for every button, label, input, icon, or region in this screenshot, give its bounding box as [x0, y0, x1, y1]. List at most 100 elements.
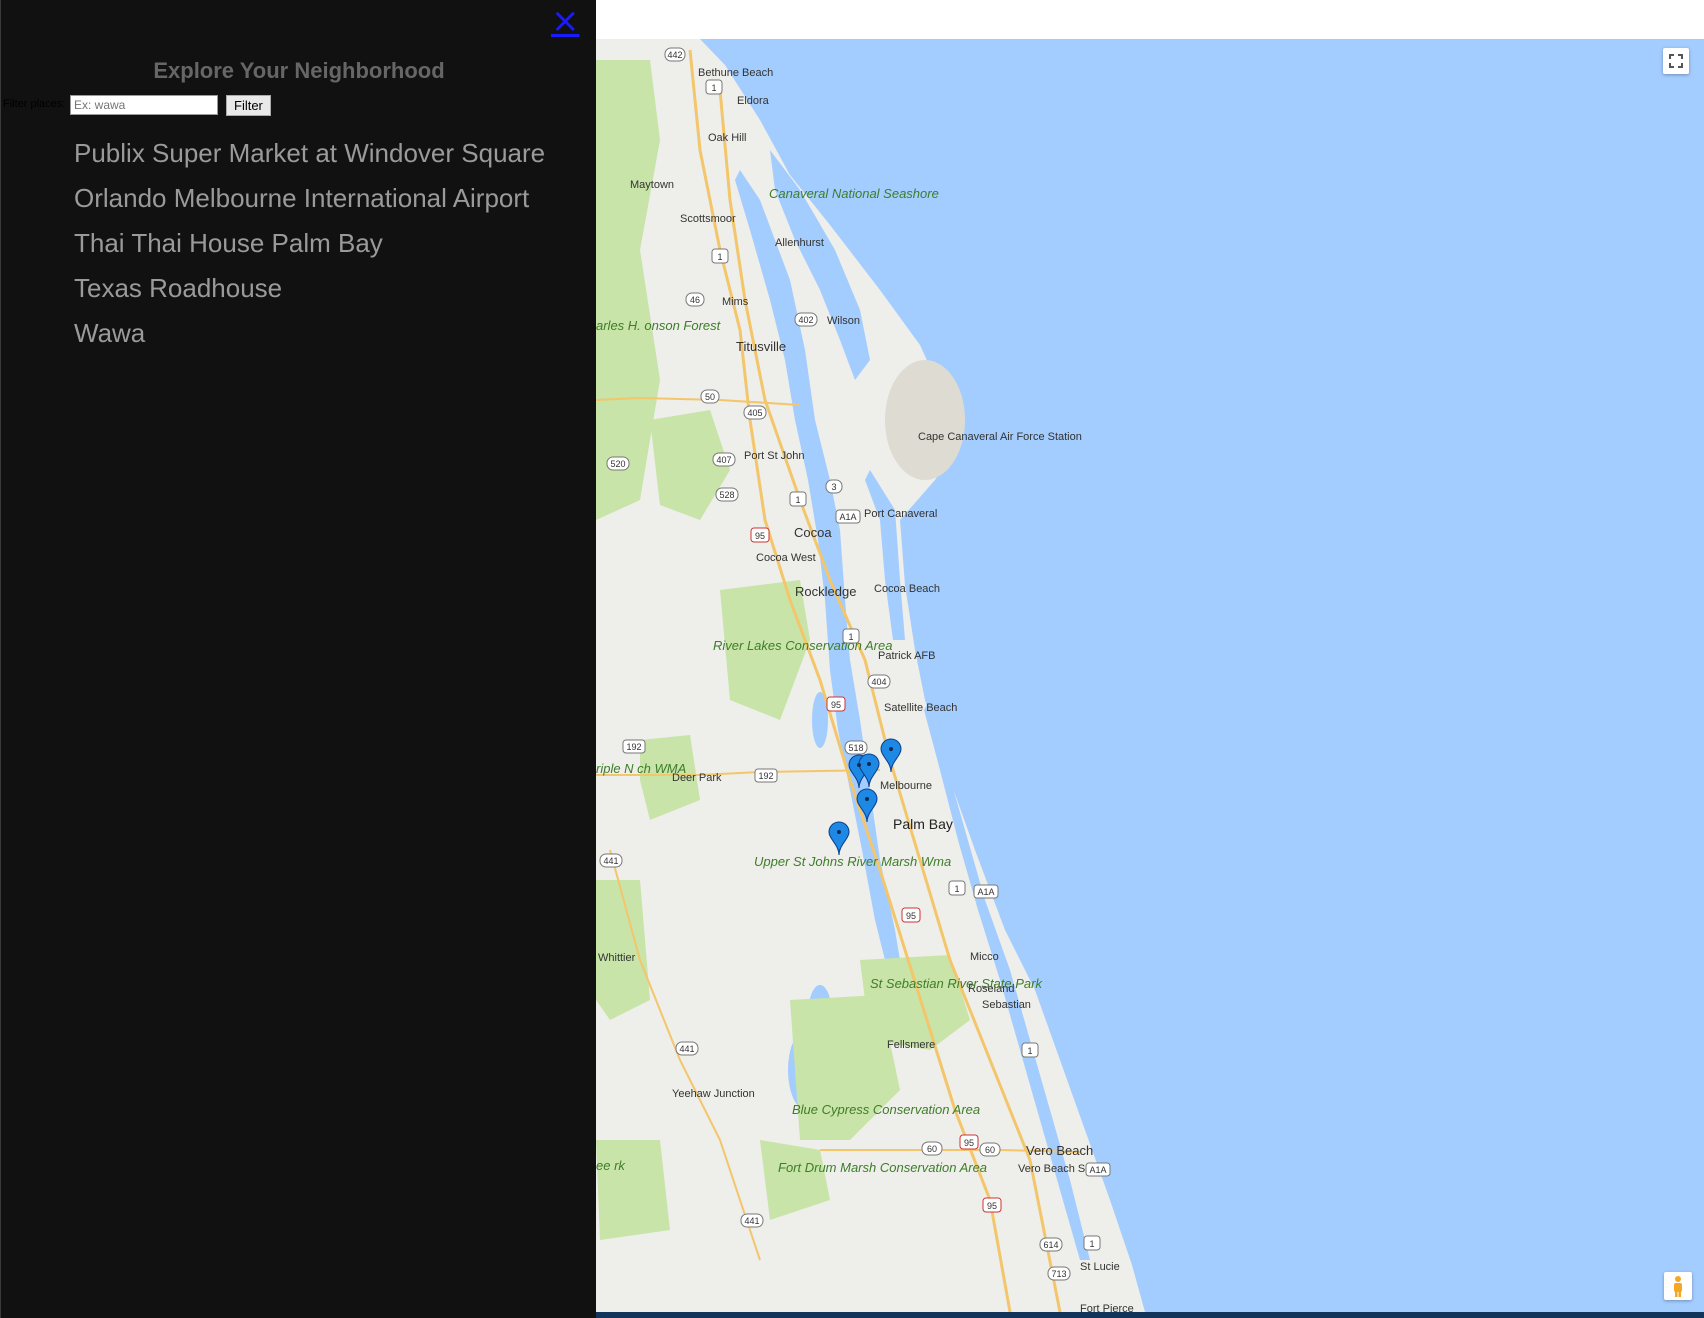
route-shield: 1	[705, 79, 723, 95]
map-label: riple N ch WMA	[596, 761, 686, 776]
svg-text:95: 95	[906, 911, 916, 921]
map-label: Allenhurst	[775, 237, 824, 249]
map-canvas[interactable]: Bethune Beach Eldora Oak Hill Maytown Sc…	[596, 39, 1704, 1312]
route-shield: 404	[867, 674, 891, 689]
route-shield: 60	[979, 1142, 1001, 1157]
place-item[interactable]: Wawa	[74, 314, 545, 359]
svg-text:3: 3	[831, 482, 836, 492]
route-shield: 441	[675, 1041, 699, 1056]
page-title: Explore Your Neighborhood	[153, 58, 445, 83]
svg-text:614: 614	[1043, 1240, 1058, 1250]
route-shield: 441	[740, 1213, 764, 1228]
place-item[interactable]: Publix Super Market at Windover Square	[74, 134, 545, 179]
park	[596, 1140, 670, 1240]
route-shield: 402	[794, 312, 818, 327]
map-label: Eldora	[737, 95, 770, 107]
close-sidebar-icon[interactable]: ×	[551, 4, 580, 38]
sidebar: × Explore Your Neighborhood Filter place…	[0, 0, 596, 1318]
map-label: Port St John	[744, 450, 805, 462]
route-shield: A1A	[1085, 1162, 1111, 1177]
route-shield: 192	[622, 739, 646, 754]
svg-text:405: 405	[747, 408, 762, 418]
route-shield: 60	[921, 1141, 943, 1156]
map-label: ee rk	[596, 1158, 626, 1173]
map-label: Bethune Beach	[698, 67, 773, 79]
map-label: Sebastian	[982, 999, 1031, 1011]
places-list: Publix Super Market at Windover Square O…	[74, 134, 545, 359]
route-shield: 614	[1039, 1237, 1063, 1252]
filter-label: Filter places:	[3, 98, 66, 110]
map-label: Blue Cypress Conservation Area	[792, 1102, 980, 1117]
place-item[interactable]: Thai Thai House Palm Bay	[74, 224, 545, 269]
map-label: Oak Hill	[708, 132, 747, 144]
place-item[interactable]: Texas Roadhouse	[74, 269, 545, 314]
svg-text:1: 1	[1089, 1239, 1094, 1249]
map-label: Fort Pierce	[1080, 1303, 1134, 1312]
land-area	[596, 39, 1145, 1312]
svg-text:A1A: A1A	[1089, 1165, 1106, 1175]
map-label: Vero Beach	[1026, 1143, 1093, 1158]
map-label: Port Canaveral	[864, 508, 937, 520]
route-shield: 1	[842, 628, 860, 644]
map-label: Palm Bay	[893, 816, 953, 832]
map-label: Satellite Beach	[884, 702, 957, 714]
route-shield: 95	[982, 1197, 1002, 1213]
route-shield: 95	[750, 527, 770, 543]
route-shield: A1A	[973, 884, 999, 899]
svg-text:1: 1	[848, 632, 853, 642]
fullscreen-icon	[1669, 54, 1683, 68]
svg-text:713: 713	[1051, 1269, 1066, 1279]
map[interactable]: Bethune Beach Eldora Oak Hill Maytown Sc…	[596, 39, 1704, 1312]
map-label: Micco	[970, 951, 999, 963]
route-shield: 1	[1083, 1235, 1101, 1251]
route-shield: 407	[712, 452, 736, 467]
svg-text:402: 402	[798, 315, 813, 325]
svg-text:192: 192	[626, 742, 641, 752]
route-shield: 518	[844, 740, 868, 755]
map-label: Mims	[722, 296, 749, 308]
svg-text:404: 404	[871, 677, 886, 687]
fullscreen-button[interactable]	[1663, 48, 1689, 74]
svg-text:441: 441	[744, 1216, 759, 1226]
route-shield: 442	[664, 47, 686, 62]
svg-text:1: 1	[1027, 1046, 1032, 1056]
map-label: Upper St Johns River Marsh Wma	[754, 854, 951, 869]
filter-button[interactable]: Filter	[226, 95, 271, 116]
map-label: St Lucie	[1080, 1261, 1120, 1273]
svg-text:407: 407	[716, 455, 731, 465]
route-shield: 405	[743, 405, 767, 420]
svg-text:A1A: A1A	[977, 887, 994, 897]
svg-text:A1A: A1A	[839, 512, 856, 522]
route-shield: 441	[599, 853, 623, 868]
map-label: River Lakes Conservation Area	[713, 638, 892, 653]
pegman-icon	[1674, 1276, 1682, 1297]
route-shield: 95	[901, 907, 921, 923]
svg-text:95: 95	[831, 700, 841, 710]
svg-text:441: 441	[603, 856, 618, 866]
svg-text:95: 95	[755, 531, 765, 541]
route-shield: 50	[700, 389, 720, 404]
svg-text:1: 1	[954, 884, 959, 894]
svg-text:60: 60	[927, 1144, 937, 1154]
map-label: Fellsmere	[887, 1039, 935, 1051]
map-label: Fort Drum Marsh Conservation Area	[778, 1160, 987, 1175]
map-label: Melbourne	[880, 780, 932, 792]
svg-text:518: 518	[848, 743, 863, 753]
route-shield: 3	[825, 479, 843, 494]
map-label: Yeehaw Junction	[672, 1088, 755, 1100]
route-shield: 95	[959, 1134, 979, 1150]
svg-text:528: 528	[719, 490, 734, 500]
route-shield: A1A	[835, 509, 861, 524]
top-bar	[596, 0, 1704, 39]
map-label: Scottsmoor	[680, 213, 736, 225]
street-view-button[interactable]	[1664, 1272, 1692, 1300]
cape-sand	[885, 360, 965, 480]
svg-text:442: 442	[667, 50, 682, 60]
map-label: St Sebastian River State Park	[870, 976, 1043, 991]
route-shield: 528	[715, 487, 739, 502]
svg-text:192: 192	[758, 771, 773, 781]
route-shield: 95	[826, 696, 846, 712]
svg-text:1: 1	[711, 83, 716, 93]
place-item[interactable]: Orlando Melbourne International Airport	[74, 179, 545, 224]
filter-input[interactable]	[70, 95, 218, 115]
